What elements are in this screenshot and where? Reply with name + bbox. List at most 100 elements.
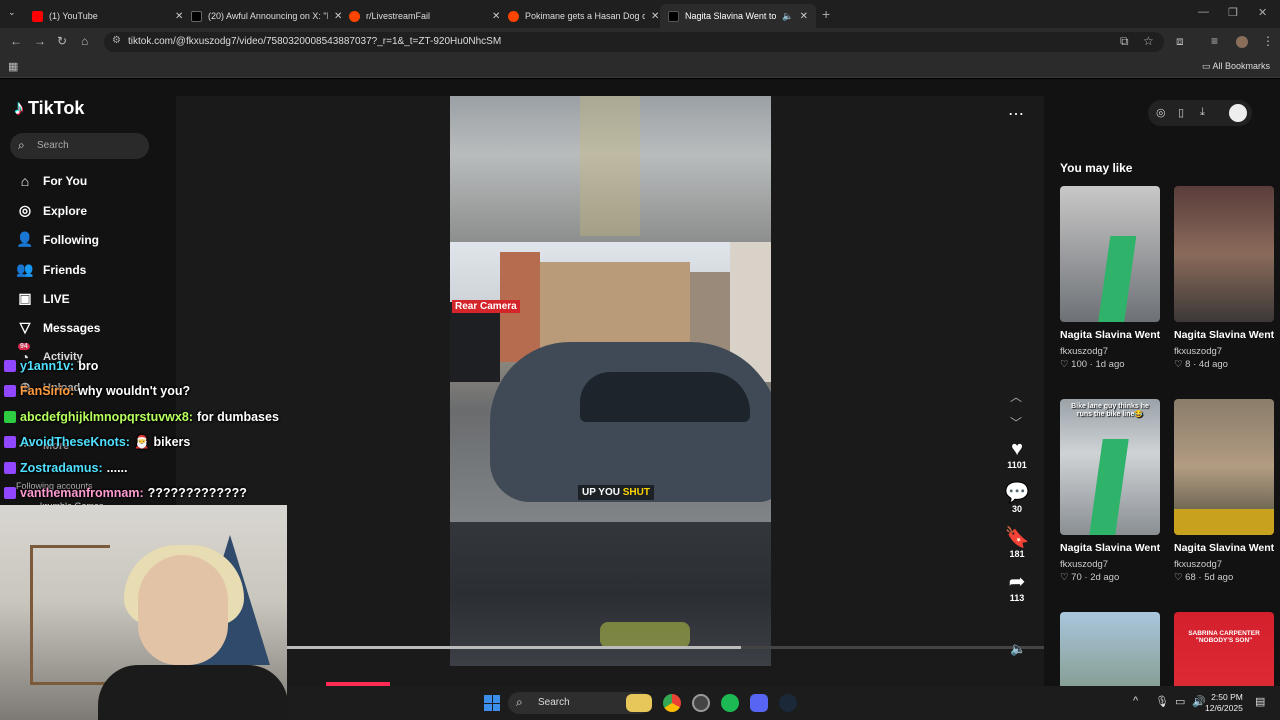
- recommended-card[interactable]: Nagita Slavina Went to WatchBLACKRIN... …: [1060, 186, 1160, 370]
- previous-video-icon[interactable]: ︿: [1010, 388, 1022, 405]
- tab-list-chevron-icon[interactable]: ⌄: [8, 7, 16, 18]
- sidebar-item-for-you[interactable]: ⌂ For You: [16, 173, 87, 189]
- rear-camera-label: Rear Camera: [452, 300, 520, 313]
- video-player[interactable]: Rear Camera UP YOU SHUT: [450, 96, 771, 666]
- reload-icon[interactable]: ↻: [57, 34, 67, 48]
- friends-icon: 👥: [16, 261, 34, 277]
- bookmark-star-icon[interactable]: ☆: [1143, 34, 1154, 48]
- recommended-card[interactable]: Nagita Slavina Went to WatchBLACKRIN... …: [1174, 399, 1274, 583]
- chat-message: abcdefghijklmnopqrstuvwx8: for dumbases: [4, 404, 304, 430]
- chat-message: AvoidTheseKnots: 🎅 bikers: [4, 430, 304, 456]
- webcam-overlay: [0, 505, 287, 720]
- reddit-icon: [349, 10, 360, 22]
- weather-widget-icon[interactable]: [626, 694, 652, 712]
- bookmark-button[interactable]: 🔖 181: [1002, 527, 1032, 559]
- recommended-thumbnail: [1060, 186, 1160, 322]
- chat-username: vanthemanfromnam:: [20, 486, 144, 501]
- device-icon[interactable]: ▯: [1178, 106, 1184, 119]
- x-logo-icon: [191, 10, 202, 22]
- restore-icon[interactable]: ❐: [1228, 6, 1238, 19]
- sidebar-item-live[interactable]: ▣ LIVE: [16, 290, 69, 307]
- dashboard-icon[interactable]: ◎: [1156, 106, 1166, 119]
- thumbnail-caption: Bike lane guy thinks he runs the bike li…: [1071, 403, 1149, 418]
- sidebar-item-label: Explore: [43, 203, 88, 218]
- profile-avatar[interactable]: [1229, 104, 1247, 122]
- back-icon[interactable]: ←: [10, 34, 22, 48]
- youtube-icon: [32, 10, 43, 22]
- cast-icon[interactable]: ⧉: [1120, 34, 1129, 49]
- chat-badge-icon: [4, 461, 16, 474]
- notification-icon[interactable]: ▤: [1255, 695, 1265, 708]
- volume-icon[interactable]: 🔈: [1010, 641, 1026, 657]
- video-street-scene: [450, 242, 771, 522]
- tab-youtube[interactable]: (1) YouTube ✕: [24, 4, 191, 28]
- url-bar[interactable]: ⚙ tiktok.com/@fkxuszodg7/video/758032000…: [104, 32, 1164, 52]
- chat-badge-icon: [4, 436, 16, 449]
- tab-reddit[interactable]: r/LivestreamFail ✕: [341, 4, 508, 28]
- recommended-card[interactable]: Bike lane guy thinks he runs the bike li…: [1060, 399, 1160, 583]
- like-count: 1101: [1007, 460, 1027, 470]
- site-info-icon[interactable]: ⚙: [112, 35, 121, 46]
- home-icon: ⌂: [20, 173, 30, 189]
- video-progress-bar[interactable]: [286, 646, 1044, 649]
- media-icon[interactable]: ≡: [1211, 34, 1218, 48]
- recommended-meta: ♡ 8 · 4d ago: [1174, 359, 1228, 370]
- new-tab-button[interactable]: +: [822, 6, 830, 22]
- caption-text: UP YOU: [582, 487, 623, 498]
- recommended-author: fkxuszodg7: [1060, 559, 1109, 570]
- minimize-icon[interactable]: —: [1198, 6, 1209, 18]
- close-icon[interactable]: ✕: [800, 11, 808, 22]
- chrome-icon[interactable]: [663, 694, 681, 712]
- apps-grid-icon[interactable]: ▦: [8, 60, 18, 73]
- caption-highlight: SHUT: [622, 487, 650, 498]
- tab-reddit-pokimane[interactable]: Pokimane gets a Hasan Dog cli ✕: [500, 4, 667, 28]
- reddit-icon: [508, 10, 519, 22]
- sidebar-item-explore[interactable]: ◎ Explore: [16, 202, 87, 219]
- recommended-meta: ♡ 68 · 5d ago: [1174, 572, 1234, 583]
- volume-tray-icon[interactable]: 🔊: [1192, 695, 1206, 708]
- extensions-icon[interactable]: ⧈: [1176, 34, 1184, 49]
- recommended-card[interactable]: SABRINA CARPENTER "NOBODY'S SON": [1174, 612, 1274, 686]
- more-options-icon[interactable]: ⋯: [1008, 104, 1024, 124]
- next-video-icon[interactable]: ﹀: [1010, 414, 1022, 431]
- taskbar-clock[interactable]: 2:50 PM 12/6/2025: [1205, 692, 1243, 714]
- comment-icon: 💬: [1004, 482, 1030, 504]
- steam-icon[interactable]: [779, 694, 797, 712]
- window-close-icon[interactable]: ✕: [1258, 6, 1267, 19]
- recommended-card[interactable]: [1060, 612, 1160, 686]
- recommended-author: fkxuszodg7: [1060, 346, 1109, 357]
- following-icon: 👤: [16, 231, 34, 247]
- comment-button[interactable]: 💬 30: [1002, 482, 1032, 514]
- recommended-card[interactable]: Nagita Slavina Went to WatchBLACKRIN... …: [1174, 186, 1274, 370]
- network-icon[interactable]: ▭: [1175, 695, 1185, 708]
- tiktok-logo[interactable]: ♪ TikTok: [14, 97, 84, 120]
- windows-taskbar: ⌕ Search ^ 🎙 ▭ 🔊 2:50 PM 12/6/2025 ▤: [287, 686, 1280, 720]
- discord-icon[interactable]: [750, 694, 768, 712]
- home-icon[interactable]: ⌂: [81, 34, 88, 48]
- close-icon[interactable]: ✕: [651, 11, 659, 22]
- speaker-icon[interactable]: 🔈: [782, 11, 793, 22]
- menu-kebab-icon[interactable]: ⋮: [1262, 34, 1274, 48]
- share-button[interactable]: ➦ 113: [1002, 571, 1032, 603]
- windows-start-icon[interactable]: [484, 695, 500, 711]
- clock-date: 12/6/2025: [1205, 703, 1243, 713]
- sidebar-item-friends[interactable]: 👥 Friends: [16, 261, 86, 278]
- like-button[interactable]: ♥ 1101: [1002, 438, 1032, 470]
- address-toolbar: ← → ↻ ⌂ ⚙ tiktok.com/@fkxuszodg7/video/7…: [0, 28, 1280, 56]
- tab-x[interactable]: (20) Awful Announcing on X: "I ✕: [183, 4, 350, 28]
- chat-username: y1ann1v:: [20, 358, 75, 373]
- tab-tiktok-active[interactable]: Nagita Slavina Went to Wat 🔈 ✕: [660, 4, 816, 28]
- all-bookmarks-button[interactable]: ▭ All Bookmarks: [1202, 61, 1270, 72]
- tray-expand-icon[interactable]: ^: [1133, 695, 1138, 707]
- forward-icon[interactable]: →: [34, 34, 46, 48]
- download-icon[interactable]: ⤓: [1200, 106, 1205, 119]
- search-input[interactable]: ⌕ Search: [10, 133, 149, 159]
- sidebar-item-messages[interactable]: ▽ Messages: [16, 319, 101, 336]
- profile-avatar-icon[interactable]: [1236, 36, 1248, 48]
- app-icon[interactable]: [692, 694, 710, 712]
- chat-username: FanSirio:: [20, 384, 75, 399]
- microphone-icon[interactable]: 🎙: [1155, 695, 1169, 708]
- spotify-icon[interactable]: [721, 694, 739, 712]
- live-icon: ▣: [18, 290, 32, 306]
- sidebar-item-following[interactable]: 👤 Following: [16, 231, 99, 248]
